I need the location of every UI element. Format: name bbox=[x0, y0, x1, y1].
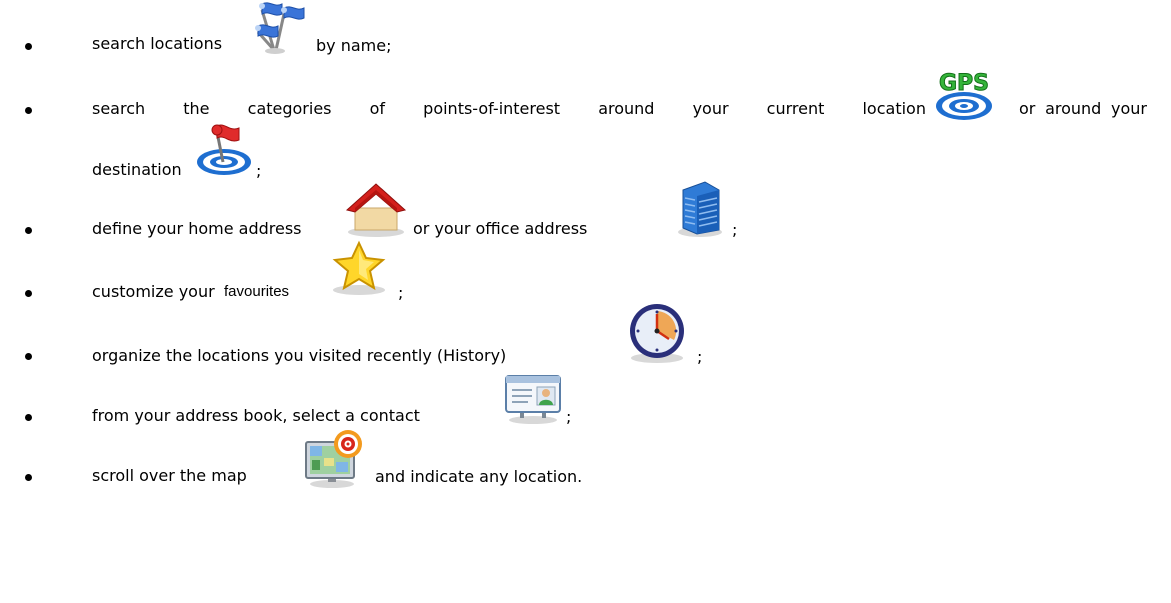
item-text-line1: search the categories of points-of-inter… bbox=[92, 99, 926, 118]
item-text: customize your bbox=[92, 282, 215, 301]
item-text: ; bbox=[398, 283, 404, 302]
item-text: favourites bbox=[224, 283, 290, 300]
gps-target-icon: GPS bbox=[936, 71, 992, 120]
bullet bbox=[25, 107, 32, 114]
item-text: by name; bbox=[316, 36, 392, 55]
item-text: scroll over the map bbox=[92, 466, 247, 485]
bullet bbox=[25, 353, 32, 360]
item-text: and indicate any location. bbox=[375, 467, 583, 486]
item-text: ; bbox=[697, 347, 703, 366]
svg-text:GPS: GPS bbox=[939, 71, 989, 96]
item-text-line2: destination bbox=[92, 160, 182, 179]
item-text: ; bbox=[566, 407, 572, 426]
flags-icon bbox=[255, 2, 305, 54]
clock-icon bbox=[630, 304, 684, 363]
home-icon bbox=[345, 183, 407, 237]
item-text-line1-tail: or around your bbox=[1019, 99, 1147, 118]
item-text: ; bbox=[732, 220, 738, 239]
star-icon bbox=[332, 240, 386, 295]
bullet bbox=[25, 43, 32, 50]
map-target-icon bbox=[305, 430, 362, 488]
bullet bbox=[25, 474, 32, 481]
contact-card-icon bbox=[505, 375, 561, 424]
bullet bbox=[25, 227, 32, 234]
item-text: organize the locations you visited recen… bbox=[92, 346, 507, 365]
bullet bbox=[25, 414, 32, 421]
item-text: or your office address bbox=[413, 219, 588, 238]
item-text: from your address book, select a contact bbox=[92, 406, 420, 425]
destination-flag-target-icon bbox=[197, 124, 251, 175]
item-text-line2-end: ; bbox=[256, 161, 262, 180]
office-building-icon bbox=[678, 181, 722, 237]
bullet bbox=[25, 290, 32, 297]
item-text: search locations bbox=[92, 34, 223, 53]
item-text: define your home address bbox=[92, 219, 302, 238]
